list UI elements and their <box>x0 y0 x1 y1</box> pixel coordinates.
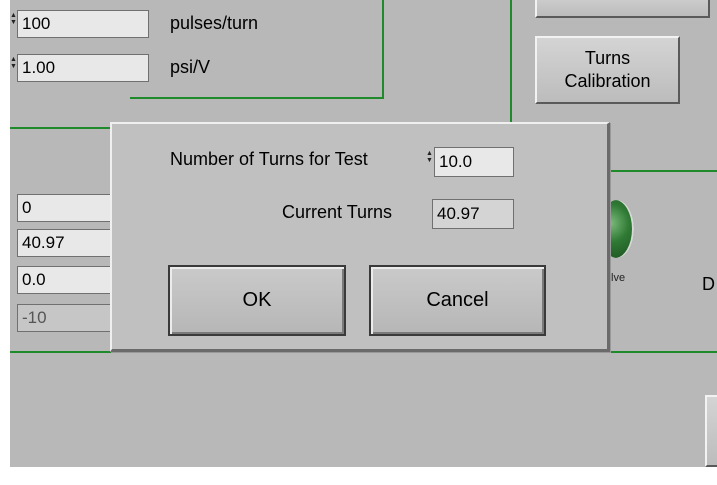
valve-label: lve <box>611 272 626 284</box>
psi-per-volt-label: psi/V <box>170 57 211 77</box>
ok-button[interactable]: OK <box>168 265 346 336</box>
current-turns-value: 40.97 <box>432 199 514 229</box>
section-divider-v2 <box>510 0 512 128</box>
top-right-button[interactable] <box>535 0 710 18</box>
turns-test-dialog: Number of Turns for Test ▲ ▼ 10.0 Current… <box>110 122 610 352</box>
turns-calibration-button[interactable]: Turns Calibration <box>535 36 680 104</box>
section-divider-v1 <box>382 0 384 99</box>
section-divider-h2 <box>10 127 110 129</box>
section-divider-h1 <box>130 97 384 99</box>
turns-calibration-line2: Calibration <box>564 71 651 91</box>
bottom-right-button[interactable] <box>705 395 717 467</box>
test-turns-input[interactable]: 10.0 <box>434 147 514 177</box>
section-divider-h3 <box>610 170 717 172</box>
turns-calibration-line1: Turns <box>584 48 631 68</box>
psi-spinner-icon[interactable]: ▲ ▼ <box>10 56 17 82</box>
test-turns-label: Number of Turns for Test <box>170 149 368 169</box>
test-turns-spinner-icon[interactable]: ▲ ▼ <box>426 150 433 176</box>
pulses-per-turn-field[interactable]: 100 <box>17 10 149 38</box>
edge-letter-label: D <box>702 274 715 294</box>
pulses-per-turn-label: pulses/turn <box>170 13 259 33</box>
current-turns-label: Current Turns <box>282 202 393 222</box>
pulses-spinner-icon[interactable]: ▲ ▼ <box>10 12 17 38</box>
cancel-button[interactable]: Cancel <box>369 265 546 336</box>
psi-per-volt-field[interactable]: 1.00 <box>17 54 149 82</box>
main-panel: ▲ ▼ 100 pulses/turn ▲ ▼ 1.00 psi/V Turns C… <box>10 0 717 467</box>
